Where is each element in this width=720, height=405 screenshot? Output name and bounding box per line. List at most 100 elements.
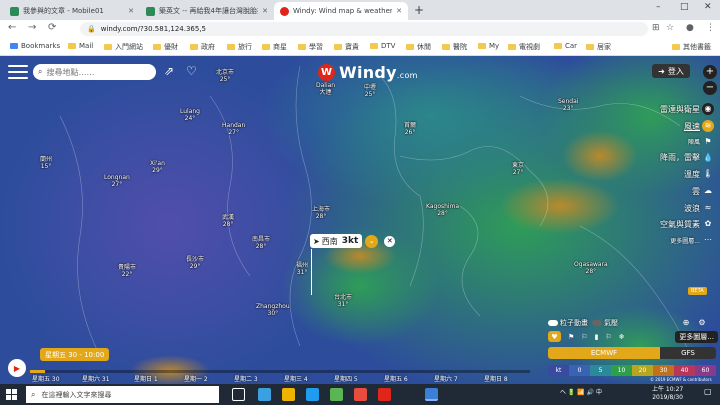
rain-drop-icon[interactable]: ⚐ [581, 333, 587, 341]
browser-tab-windy[interactable]: Windy: Wind map & weather f ✕ [274, 2, 408, 20]
acrobat-icon[interactable] [378, 388, 391, 401]
air-icon[interactable]: ✿ [702, 218, 714, 230]
wave-icon[interactable]: ≈ [702, 202, 714, 214]
layer-rain-thunder[interactable]: 降雨，雷擊 [660, 152, 700, 163]
more-layers-icon[interactable]: ⋯ [702, 234, 714, 246]
layer-more[interactable]: 更多圖層... [670, 236, 700, 245]
timeline[interactable]: 星期五 30 星期六 31 星期日 1 星期一 2 星期二 3 星期三 4 星期… [30, 370, 530, 384]
current-time-badge[interactable]: 星期五 30 - 10:00 [40, 348, 110, 361]
new-tab-button[interactable]: + [414, 3, 424, 17]
bookmark-item[interactable]: 旅行 [227, 42, 252, 52]
more-layers-button[interactable]: 更多圖層... [675, 330, 718, 343]
timeline-day[interactable]: 星期六 31 [82, 374, 110, 383]
bookmark-item[interactable]: 醫院 [442, 42, 467, 52]
toggle-pressure[interactable]: 氣壓 [592, 318, 618, 328]
close-tab-icon[interactable]: ✕ [262, 7, 268, 15]
bookmark-item[interactable]: Mail [68, 42, 93, 50]
attribution-text[interactable]: © 2019 ECMWF & contributors [650, 377, 712, 382]
weather-map[interactable]: 北京市 25° Dalian 大連 中壢 25° 首爾 26° Sendai 23° 東京… [0, 56, 720, 384]
system-tray-icons[interactable]: へ 🔋 📶 🔊 中 [560, 387, 602, 396]
chrome-icon[interactable] [425, 388, 438, 401]
bookmark-item[interactable]: My [478, 42, 499, 50]
search-input[interactable]: ⌕ 搜尋地點…… [33, 64, 156, 80]
timeline-day[interactable]: 星期六 7 [434, 374, 458, 383]
thermometer-small-icon[interactable]: ▮ [595, 333, 599, 341]
store-icon[interactable] [306, 388, 319, 401]
browser-tab-article[interactable]: 築英文 -- 再給我4年讓台灣脫胎換骨 ✕ [140, 2, 274, 20]
wind-gust-icon[interactable]: ⚑ [568, 333, 574, 341]
address-bar[interactable]: 🔒 windy.com/?30.581,124.365,5 [80, 22, 648, 36]
timeline-day[interactable]: 星期一 2 [184, 374, 208, 383]
back-arrow-icon[interactable]: ← [8, 22, 16, 33]
close-tab-icon[interactable]: ✕ [396, 7, 402, 15]
layer-air-quality[interactable]: 空氣與質素 [660, 219, 700, 230]
excel-icon[interactable] [330, 388, 343, 401]
bookmark-item[interactable]: DTV [370, 42, 395, 50]
cloud-icon[interactable]: ☁ [702, 185, 714, 197]
bookmark-item[interactable]: 居家 [586, 42, 611, 52]
radar-icon[interactable]: ◉ [702, 103, 714, 115]
bookmark-item[interactable]: Bookmarks [10, 42, 60, 50]
picker-chevron-down-icon[interactable]: ⌄ [365, 234, 379, 248]
timeline-day[interactable]: 星期日 8 [484, 374, 508, 383]
toggle-particles[interactable]: 粒子動畫 [548, 318, 588, 328]
bookmark-item[interactable]: 寶貴 [334, 42, 359, 52]
bookmark-item[interactable]: 入門網站 [104, 42, 143, 52]
bookmark-item[interactable]: 商星 [262, 42, 287, 52]
windows-start-icon[interactable] [6, 389, 17, 400]
close-tab-icon[interactable]: ✕ [128, 7, 134, 15]
close-window-button[interactable]: ✕ [704, 2, 712, 12]
timeline-day[interactable]: 星期三 4 [284, 374, 308, 383]
taskbar-search-input[interactable]: ⌕ 在這裡輸入文字來搜尋 [26, 386, 219, 403]
reload-icon[interactable]: ⟳ [48, 22, 56, 33]
thermometer-icon[interactable]: 🌡 [702, 168, 714, 180]
file-explorer-icon[interactable] [282, 388, 295, 401]
cloud-small-icon[interactable]: ⚐ [605, 333, 611, 341]
hamburger-menu-icon[interactable] [8, 65, 28, 79]
timeline-day[interactable]: 星期四 5 [334, 374, 358, 383]
layer-waves[interactable]: 波浪 [684, 203, 700, 214]
picker-close-icon[interactable]: ✕ [384, 235, 396, 247]
zoom-out-button[interactable]: − [703, 81, 717, 95]
rain-icon[interactable]: 💧 [702, 152, 714, 164]
model-ecmwf[interactable]: ECMWF [548, 347, 660, 359]
wind-icon[interactable]: ≋ [702, 120, 714, 132]
gust-flag-icon[interactable]: ⚑ [702, 136, 714, 148]
share-icon[interactable]: ⇗ [164, 64, 174, 78]
layer-radar-satellite[interactable]: 雷達與衛星 [660, 104, 700, 115]
layer-gust[interactable]: 陣風 [688, 137, 700, 146]
task-view-icon[interactable] [232, 388, 245, 401]
edge-browser-icon[interactable] [258, 388, 271, 401]
zoom-in-button[interactable]: + [703, 65, 717, 79]
wind-picker[interactable]: ➤ 西南 3kt ⌄ ✕ [310, 234, 396, 248]
play-button[interactable]: ▶ [8, 359, 26, 377]
bookmark-item[interactable]: 休閒 [406, 42, 431, 52]
bookmark-item[interactable]: 政府 [190, 42, 215, 52]
taskbar-clock[interactable]: 上午 10:27 2019/8/30 [652, 386, 683, 402]
layer-clouds[interactable]: 雲 [692, 186, 700, 197]
login-button[interactable]: ➜ 登入 [652, 64, 690, 78]
color-legend[interactable]: kt 0 5 10 20 30 40 60 [548, 365, 716, 376]
model-gfs[interactable]: GFS [660, 347, 716, 359]
powerpoint-icon[interactable] [354, 388, 367, 401]
bookmark-item[interactable]: 優財 [153, 42, 178, 52]
favorite-heart-icon[interactable]: ♡ [186, 64, 197, 78]
timeline-day[interactable]: 星期五 30 [32, 374, 60, 383]
bookmark-item[interactable]: 學習 [298, 42, 323, 52]
chrome-menu-icon[interactable]: ⋮ [706, 23, 715, 33]
layer-wind[interactable]: 風速 [684, 121, 700, 132]
notification-icon[interactable]: ▢ [704, 387, 712, 396]
minimize-button[interactable]: – [656, 2, 661, 12]
profile-icon[interactable]: ● [686, 23, 694, 33]
bookmark-item[interactable]: Car [554, 42, 577, 50]
forward-arrow-icon[interactable]: → [28, 22, 36, 33]
settings-icon[interactable]: ⚙ [696, 317, 708, 329]
maximize-button[interactable]: □ [680, 2, 689, 12]
bookmark-star-icon[interactable]: ☆ [666, 23, 674, 33]
bookmark-item[interactable]: 電視劇 [508, 42, 540, 52]
translate-icon[interactable]: ⊞ [652, 23, 660, 33]
browser-tab-mobile01[interactable]: 我參與的文章 - Mobile01 ✕ [4, 2, 140, 20]
other-bookmarks[interactable]: 其他書籤 [672, 42, 711, 52]
windy-logo[interactable]: W Windy.com [318, 63, 418, 82]
crosshair-icon[interactable]: ⊕ [680, 317, 692, 329]
